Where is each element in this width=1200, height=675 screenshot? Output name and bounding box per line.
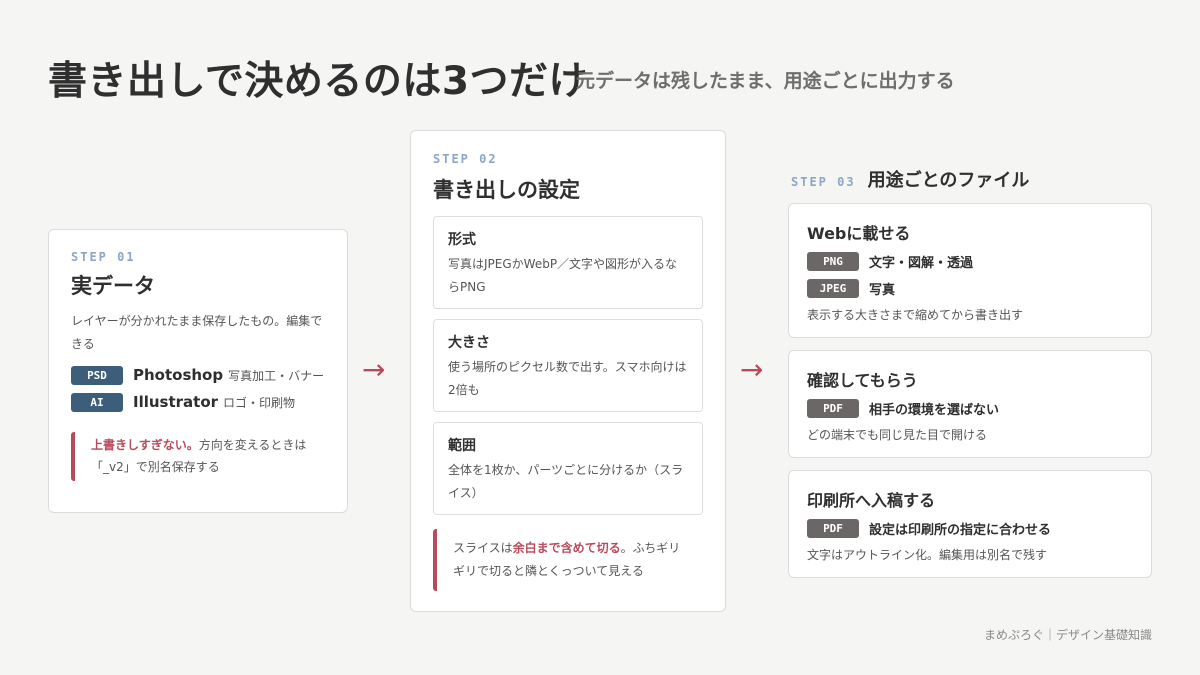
page-title: 書き出しで決めるのは3つだけ bbox=[48, 59, 588, 104]
format-text: 相手の環境を選ばない bbox=[869, 403, 1000, 418]
format-row: PNG 文字・図解・透過 bbox=[807, 252, 1133, 271]
format-row-ai: AI Illustrator ロゴ・印刷物 bbox=[71, 392, 325, 412]
slice-note-pre: スライスは bbox=[453, 541, 513, 555]
slice-note-emphasis: 余白まで含めて切る bbox=[512, 541, 621, 555]
setting-title: 範囲 bbox=[448, 438, 476, 454]
arrow-right-icon: → bbox=[362, 353, 386, 386]
pdf-badge: PDF bbox=[807, 519, 859, 538]
use-card-print: 印刷所へ入稿する PDF 設定は印刷所の指定に合わせる 文字はアウトライン化。編… bbox=[788, 470, 1152, 578]
footer-credit: まめぷろぐ｜デザイン基礎知識 bbox=[983, 628, 1152, 642]
page-subtitle: 元データは残したまま、用途ごとに出力する bbox=[576, 70, 955, 92]
step3-label: STEP 03 bbox=[791, 175, 856, 189]
setting-range-box: 範囲 全体を1枚か、パーツごとに分けるか（スライス） bbox=[433, 422, 703, 515]
arrow-right-icon: → bbox=[740, 353, 764, 386]
format-row: JPEG 写真 bbox=[807, 279, 1133, 298]
png-badge: PNG bbox=[807, 252, 859, 271]
step1-card: STEP 01 実データ レイヤーが分かれたまま保存したもの。編集できる PSD… bbox=[48, 229, 348, 513]
step1-description: レイヤーが分かれたまま保存したもの。編集できる bbox=[71, 314, 323, 351]
use-note: どの端末でも同じ見た目で開ける bbox=[807, 428, 988, 442]
setting-title: 大きさ bbox=[448, 335, 490, 351]
setting-format-box: 形式 写真はJPEGかWebP／文字や図形が入るならPNG bbox=[433, 216, 703, 309]
format-row-psd: PSD Photoshop 写真加工・バナー bbox=[71, 365, 325, 385]
format-row: PDF 設定は印刷所の指定に合わせる bbox=[807, 519, 1133, 538]
use-card-review: 確認してもらう PDF 相手の環境を選ばない どの端末でも同じ見た目で開ける bbox=[788, 350, 1152, 458]
use-note: 表示する大きさまで縮めてから書き出す bbox=[807, 308, 1024, 322]
ai-badge: AI bbox=[71, 392, 123, 412]
format-note: 写真加工・バナー bbox=[228, 368, 325, 383]
step2-card: STEP 02 書き出しの設定 形式 写真はJPEGかWebP／文字や図形が入る… bbox=[410, 130, 726, 612]
use-card-web: Webに載せる PNG 文字・図解・透過 JPEG 写真 表示する大きさまで縮め… bbox=[788, 203, 1152, 338]
pdf-badge: PDF bbox=[807, 399, 859, 418]
format-note: ロゴ・印刷物 bbox=[223, 395, 296, 410]
step1-warning-note: 上書きしすぎない。方向を変えるときは「_v2」で別名保存する bbox=[71, 431, 311, 482]
step2-title: 書き出しの設定 bbox=[433, 178, 580, 202]
psd-badge: PSD bbox=[71, 365, 123, 385]
step1-title: 実データ bbox=[71, 274, 155, 298]
step2-slice-note: スライスは余白まで含めて切る。ふちギリギリで切ると隣とくっついて見える bbox=[433, 529, 685, 591]
setting-size-box: 大きさ 使う場所のピクセル数で出す。スマホ向けは2倍も bbox=[433, 319, 703, 412]
format-text: 設定は印刷所の指定に合わせる bbox=[869, 523, 1052, 538]
warning-emphasis: 上書きしすぎない。 bbox=[91, 437, 199, 452]
step2-label: STEP 02 bbox=[433, 152, 498, 166]
format-text: 文字・図解・透過 bbox=[869, 256, 974, 271]
step3-header: STEP 03 用途ごとのファイル bbox=[791, 166, 1029, 192]
format-text: 写真 bbox=[869, 283, 896, 298]
use-title: 確認してもらう bbox=[807, 371, 918, 390]
setting-title: 形式 bbox=[448, 232, 476, 248]
step1-label: STEP 01 bbox=[71, 250, 136, 264]
setting-text: 使う場所のピクセル数で出す。スマホ向けは2倍も bbox=[448, 360, 687, 397]
format-name: Photoshop bbox=[133, 366, 224, 385]
format-row: PDF 相手の環境を選ばない bbox=[807, 399, 1133, 418]
use-title: 印刷所へ入稿する bbox=[807, 491, 936, 510]
use-title: Webに載せる bbox=[807, 224, 911, 243]
format-name: Illustrator bbox=[133, 393, 219, 412]
use-note: 文字はアウトライン化。編集用は別名で残す bbox=[807, 548, 1048, 562]
step3-title: 用途ごとのファイル bbox=[867, 170, 1030, 191]
setting-text: 写真はJPEGかWebP／文字や図形が入るならPNG bbox=[448, 257, 678, 294]
setting-text: 全体を1枚か、パーツごとに分けるか（スライス） bbox=[448, 463, 684, 500]
jpeg-badge: JPEG bbox=[807, 279, 859, 298]
